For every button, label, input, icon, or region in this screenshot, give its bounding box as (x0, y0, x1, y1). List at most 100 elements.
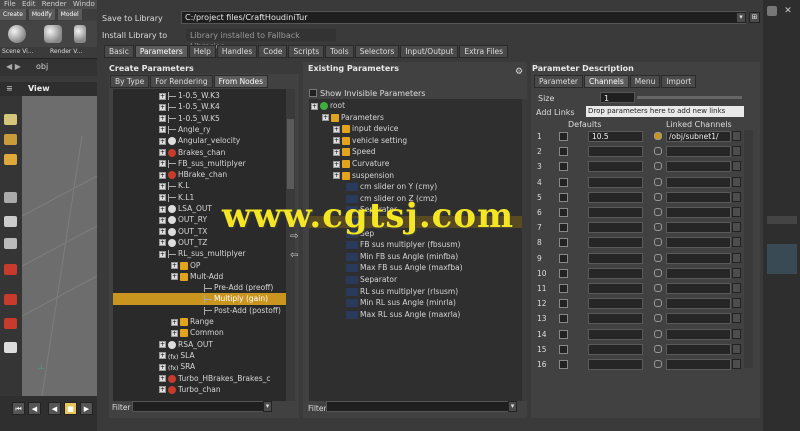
linked-channel-field[interactable] (666, 222, 731, 234)
list-item[interactable]: + root (309, 100, 522, 112)
scrollbar-thumb[interactable] (287, 119, 294, 189)
default-value-field[interactable] (588, 343, 643, 355)
expand-toggle-icon[interactable]: + (159, 205, 166, 213)
default-value-field[interactable] (588, 222, 643, 234)
shelf-tab-modify[interactable]: Modify (28, 9, 55, 20)
list-item[interactable]: +1-0.5_W.K5 (113, 113, 286, 124)
list-item[interactable]: + Turbo_chan (113, 384, 286, 395)
list-item[interactable]: + Range (113, 316, 286, 327)
reverse-icon[interactable]: ◀ (48, 402, 61, 415)
expand-toggle-icon[interactable]: + (171, 262, 178, 269)
default-value-field[interactable] (588, 313, 643, 325)
scene-viewport[interactable]: ⊥ (21, 96, 98, 397)
link-icon[interactable] (654, 223, 662, 232)
magnet-tool-icon[interactable] (4, 318, 17, 329)
gear-icon[interactable]: ⚙ (515, 67, 523, 77)
default-value-field[interactable] (588, 237, 643, 249)
channel-type-icon[interactable] (559, 299, 568, 309)
create-list-scrollbar[interactable] (286, 89, 295, 401)
expand-toggle-icon[interactable]: + (159, 182, 166, 190)
skip-start-icon[interactable]: ⏮ (12, 402, 25, 415)
list-item[interactable]: + FB_sus_multiplyer (113, 158, 286, 169)
linked-channel-field[interactable] (666, 283, 731, 294)
install-location-field[interactable]: Library installed to Fallback Libraries (186, 29, 336, 51)
link-icon[interactable] (654, 253, 662, 262)
link-icon[interactable] (654, 177, 662, 186)
expand-toggle-icon[interactable]: + (333, 137, 340, 145)
default-value-field[interactable] (588, 207, 643, 218)
channel-type-icon[interactable] (559, 253, 568, 263)
list-item[interactable]: +1-0.5_W.K3 (113, 90, 286, 101)
list-item[interactable]: Min RL sus Angle (minrla) (309, 297, 522, 309)
expand-toggle-icon[interactable]: + (159, 160, 166, 168)
expand-toggle-icon[interactable]: + (159, 137, 166, 145)
linked-channel-field[interactable] (666, 343, 731, 355)
channel-type-icon[interactable] (559, 192, 568, 202)
pin-icon[interactable] (767, 6, 777, 16)
link-icon[interactable] (654, 344, 662, 353)
tab-scripts[interactable]: Scripts (288, 45, 325, 58)
channel-type-icon[interactable] (559, 329, 568, 339)
step-back-icon[interactable]: ◀ (28, 402, 41, 415)
channel-type-icon[interactable] (559, 208, 568, 217)
channel-type-icon[interactable] (559, 162, 568, 172)
tab-import[interactable]: Import (661, 75, 697, 88)
chevron-down-icon[interactable]: ▾ (263, 401, 272, 412)
list-item[interactable]: + vehicle setting (309, 135, 522, 147)
play-icon[interactable]: ▶ (80, 402, 93, 415)
shelf-tab-model[interactable]: Model (57, 9, 82, 20)
chevron-down-icon[interactable] (732, 207, 741, 217)
linked-channel-field[interactable] (666, 267, 731, 279)
link-icon[interactable] (654, 238, 662, 247)
size-field[interactable]: 1 (600, 92, 635, 103)
list-item[interactable]: + input device (309, 123, 522, 135)
tab-by-type[interactable]: By Type (110, 75, 150, 88)
expand-toggle-icon[interactable]: + (333, 172, 340, 180)
obj-path[interactable]: obj (36, 62, 48, 71)
linked-channel-field[interactable] (666, 237, 731, 249)
chevron-down-icon[interactable] (732, 191, 741, 202)
list-item[interactable]: + Brakes_chan (113, 147, 286, 158)
chevron-down-icon[interactable] (732, 267, 741, 278)
tab-selectors[interactable]: Selectors (354, 45, 400, 58)
channel-type-icon[interactable] (559, 268, 568, 278)
chevron-down-icon[interactable] (732, 252, 741, 263)
default-value-field[interactable] (588, 161, 643, 173)
expand-toggle-icon[interactable]: + (311, 102, 318, 110)
expand-toggle-icon[interactable]: + (159, 228, 166, 236)
existing-parameter-tree[interactable]: + root + Parameters + input device + vehicle se… (309, 99, 522, 401)
channel-type-icon[interactable] (559, 177, 568, 187)
expand-toggle-icon[interactable]: + (333, 125, 340, 133)
chevron-down-icon[interactable] (732, 298, 741, 309)
expand-toggle-icon[interactable]: + (159, 352, 166, 360)
channel-type-icon[interactable] (559, 132, 568, 141)
drop-links-zone[interactable]: Drop parameters here to add new links (586, 106, 744, 117)
menu-window[interactable]: Windo (73, 0, 95, 8)
expand-toggle-icon[interactable]: + (333, 160, 340, 168)
expand-toggle-icon[interactable]: + (159, 363, 166, 371)
chevron-down-icon[interactable] (732, 237, 741, 248)
linked-channel-field[interactable]: /obj/subnet1/ (666, 131, 731, 142)
default-value-field[interactable] (588, 252, 643, 264)
link-icon[interactable] (654, 192, 662, 201)
tab-for-rendering[interactable]: For Rendering (150, 75, 213, 88)
tab-menu[interactable]: Menu (629, 75, 661, 88)
expand-toggle-icon[interactable]: + (159, 103, 166, 111)
link-icon[interactable] (654, 268, 662, 277)
link-icon[interactable] (654, 299, 662, 308)
list-item[interactable]: + K.L (113, 180, 286, 191)
pane-menu-icon[interactable]: ≡ (6, 84, 13, 93)
expand-toggle-icon[interactable]: + (159, 92, 166, 100)
chevron-down-icon[interactable] (732, 283, 741, 293)
chevron-down-icon[interactable] (732, 161, 741, 172)
file-browse-icon[interactable]: ⊞ (749, 12, 760, 23)
snap-tool-icon[interactable] (4, 294, 17, 305)
cylinder-icon[interactable] (74, 25, 86, 43)
channel-type-icon[interactable] (559, 314, 568, 324)
list-item[interactable]: Separator (309, 274, 522, 286)
link-icon[interactable] (654, 360, 662, 368)
list-item[interactable]: + OUT_TZ (113, 237, 286, 248)
chevron-down-icon[interactable] (732, 313, 741, 324)
remove-param-arrow-icon[interactable]: ⇦ (290, 250, 298, 261)
linked-channel-field[interactable] (666, 313, 731, 325)
